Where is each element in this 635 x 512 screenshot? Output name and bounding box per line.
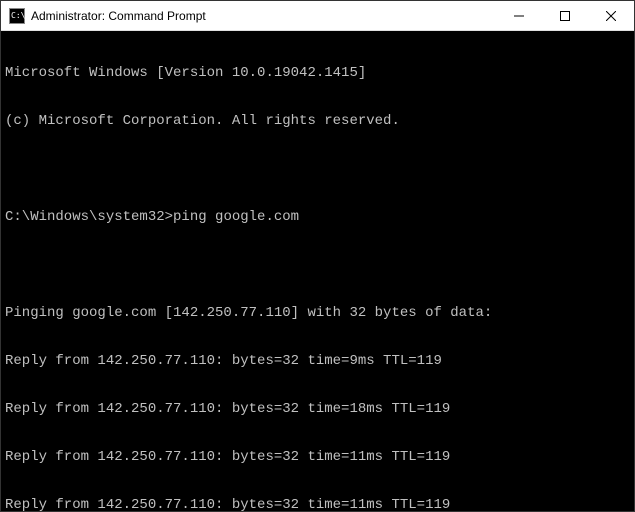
terminal-area[interactable]: Microsoft Windows [Version 10.0.19042.14… [1, 31, 634, 511]
prompt-path: C:\Windows\system32> [5, 209, 173, 225]
window-controls [496, 1, 634, 30]
ping-header-line: Pinging google.com [142.250.77.110] with… [5, 305, 630, 321]
reply-line: Reply from 142.250.77.110: bytes=32 time… [5, 497, 630, 511]
command-prompt-window: C:\ Administrator: Command Prompt Micros… [0, 0, 635, 512]
version-line: Microsoft Windows [Version 10.0.19042.14… [5, 65, 630, 81]
maximize-button[interactable] [542, 1, 588, 30]
reply-line: Reply from 142.250.77.110: bytes=32 time… [5, 401, 630, 417]
copyright-line: (c) Microsoft Corporation. All rights re… [5, 113, 630, 129]
close-button[interactable] [588, 1, 634, 30]
minimize-button[interactable] [496, 1, 542, 30]
prompt-line-1: C:\Windows\system32>ping google.com [5, 209, 630, 225]
reply-line: Reply from 142.250.77.110: bytes=32 time… [5, 353, 630, 369]
blank-line [5, 257, 630, 273]
svg-text:C:\: C:\ [11, 11, 25, 20]
cmd-icon: C:\ [9, 8, 25, 24]
window-title: Administrator: Command Prompt [31, 9, 496, 23]
blank-line [5, 161, 630, 177]
reply-line: Reply from 142.250.77.110: bytes=32 time… [5, 449, 630, 465]
command-text: ping google.com [173, 209, 299, 225]
titlebar[interactable]: C:\ Administrator: Command Prompt [1, 1, 634, 31]
